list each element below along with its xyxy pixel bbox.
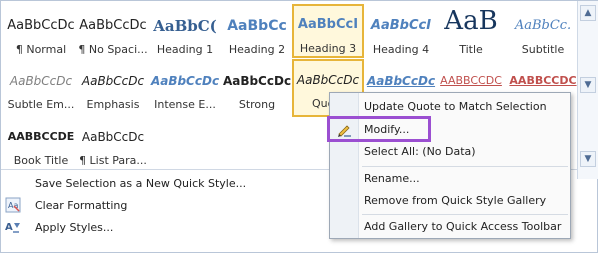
style-name: Heading 2	[228, 43, 286, 56]
style-emphasis[interactable]: AaBbCcDc Emphasis	[77, 61, 149, 115]
style-subtitle[interactable]: AaBbCc. Subtitle	[507, 6, 579, 60]
menu-item-label: Select All: (No Data)	[364, 145, 476, 158]
style-name: Emphasis	[86, 98, 140, 111]
save-selection-command[interactable]: Save Selection as a New Quick Style...	[1, 173, 331, 194]
scroll-down-button[interactable]: ▼	[580, 77, 596, 93]
menu-item-update-quote[interactable]: Update Quote to Match Selection	[330, 96, 570, 118]
style-preview: AaBbCc.	[514, 18, 572, 33]
command-label: Apply Styles...	[35, 221, 114, 234]
clear-formatting-icon: Aa	[5, 197, 21, 213]
apply-styles-icon: A	[5, 219, 21, 235]
style-book-title[interactable]: AABBCCDE Book Title	[5, 117, 77, 171]
style-heading-1[interactable]: AaBbC( Heading 1	[149, 6, 221, 60]
style-preview: AaBbCcDc	[81, 130, 145, 144]
style-preview: AaBbC(	[153, 17, 217, 35]
style-preview: AABBCCDC	[509, 74, 577, 87]
svg-text:A: A	[5, 222, 13, 233]
style-preview: AaBbCcI	[370, 18, 432, 33]
modify-highlight-box	[327, 116, 431, 142]
menu-item-rename[interactable]: Rename...	[330, 168, 570, 190]
menu-item-label: Update Quote to Match Selection	[364, 100, 547, 113]
style-name: Intense E...	[154, 98, 216, 111]
context-menu: Update Quote to Match Selection Modify..…	[329, 92, 571, 239]
menu-item-label: Remove from Quick Style Gallery	[364, 194, 547, 207]
clear-formatting-command[interactable]: Aa Clear Formatting	[1, 195, 331, 216]
style-preview: AaBbCcDc	[366, 74, 436, 88]
style-preview: AaBbCcDc	[7, 18, 75, 33]
menu-separator	[362, 166, 568, 167]
style-preview: AaBbCcDc	[81, 74, 145, 88]
style-name: Subtitle	[521, 43, 565, 56]
style-preview: AABBCCDE	[7, 130, 75, 143]
style-preview: AaBbCcDc	[9, 74, 73, 88]
menu-item-label: Add Gallery to Quick Access Toolbar	[364, 220, 562, 233]
style-heading-2[interactable]: AaBbCc Heading 2	[221, 6, 293, 60]
style-preview: AABBCCDC	[440, 74, 502, 87]
style-name: Book Title	[13, 154, 69, 167]
style-normal[interactable]: AaBbCcDc ¶ Normal	[5, 6, 77, 60]
style-preview: AaBbCcDc	[222, 74, 292, 88]
style-list-paragraph[interactable]: AaBbCcDc ¶ List Para...	[77, 117, 149, 171]
gallery-scrollbar[interactable]: ▲ ▼ ▼	[577, 1, 598, 179]
scroll-up-button[interactable]: ▲	[580, 5, 596, 21]
menu-separator	[362, 214, 568, 215]
apply-styles-command[interactable]: A Apply Styles...	[1, 217, 331, 238]
style-preview: AaBbCcDc	[296, 73, 360, 87]
style-name: Subtle Em...	[7, 98, 75, 111]
style-name: Heading 1	[156, 43, 214, 56]
menu-item-remove-from-gallery[interactable]: Remove from Quick Style Gallery	[330, 190, 570, 212]
command-label: Save Selection as a New Quick Style...	[35, 177, 247, 190]
style-heading-4[interactable]: AaBbCcI Heading 4	[365, 6, 437, 60]
style-name: Strong	[238, 98, 276, 111]
menu-item-add-to-quick-access[interactable]: Add Gallery to Quick Access Toolbar	[330, 216, 570, 238]
style-name: ¶ List Para...	[79, 154, 147, 167]
style-strong[interactable]: AaBbCcDc Strong	[221, 61, 293, 115]
style-subtle-emphasis[interactable]: AaBbCcDc Subtle Em...	[5, 61, 77, 115]
command-label: Clear Formatting	[35, 199, 128, 212]
style-preview: AaBbCcDc	[79, 18, 147, 33]
more-styles-button[interactable]: ▼	[580, 151, 596, 167]
style-name: Heading 4	[372, 43, 430, 56]
style-name: ¶ No Spaci...	[78, 43, 148, 56]
menu-item-select-all[interactable]: Select All: (No Data)	[330, 141, 570, 163]
style-title[interactable]: AaB Title	[435, 1, 507, 60]
style-preview: AaB	[444, 6, 498, 36]
style-name: ¶ Normal	[15, 43, 67, 56]
style-name: Heading 3	[299, 42, 357, 55]
menu-item-label: Rename...	[364, 172, 420, 185]
style-name: Title	[459, 43, 483, 56]
style-preview: AaBbCc	[227, 18, 287, 34]
style-intense-emphasis[interactable]: AaBbCcDc Intense E...	[149, 61, 221, 115]
style-no-spacing[interactable]: AaBbCcDc ¶ No Spaci...	[77, 6, 149, 60]
style-preview: AaBbCcDc	[150, 74, 220, 88]
style-preview: AaBbCcI	[297, 17, 359, 32]
style-heading-3[interactable]: AaBbCcI Heading 3	[292, 4, 364, 58]
